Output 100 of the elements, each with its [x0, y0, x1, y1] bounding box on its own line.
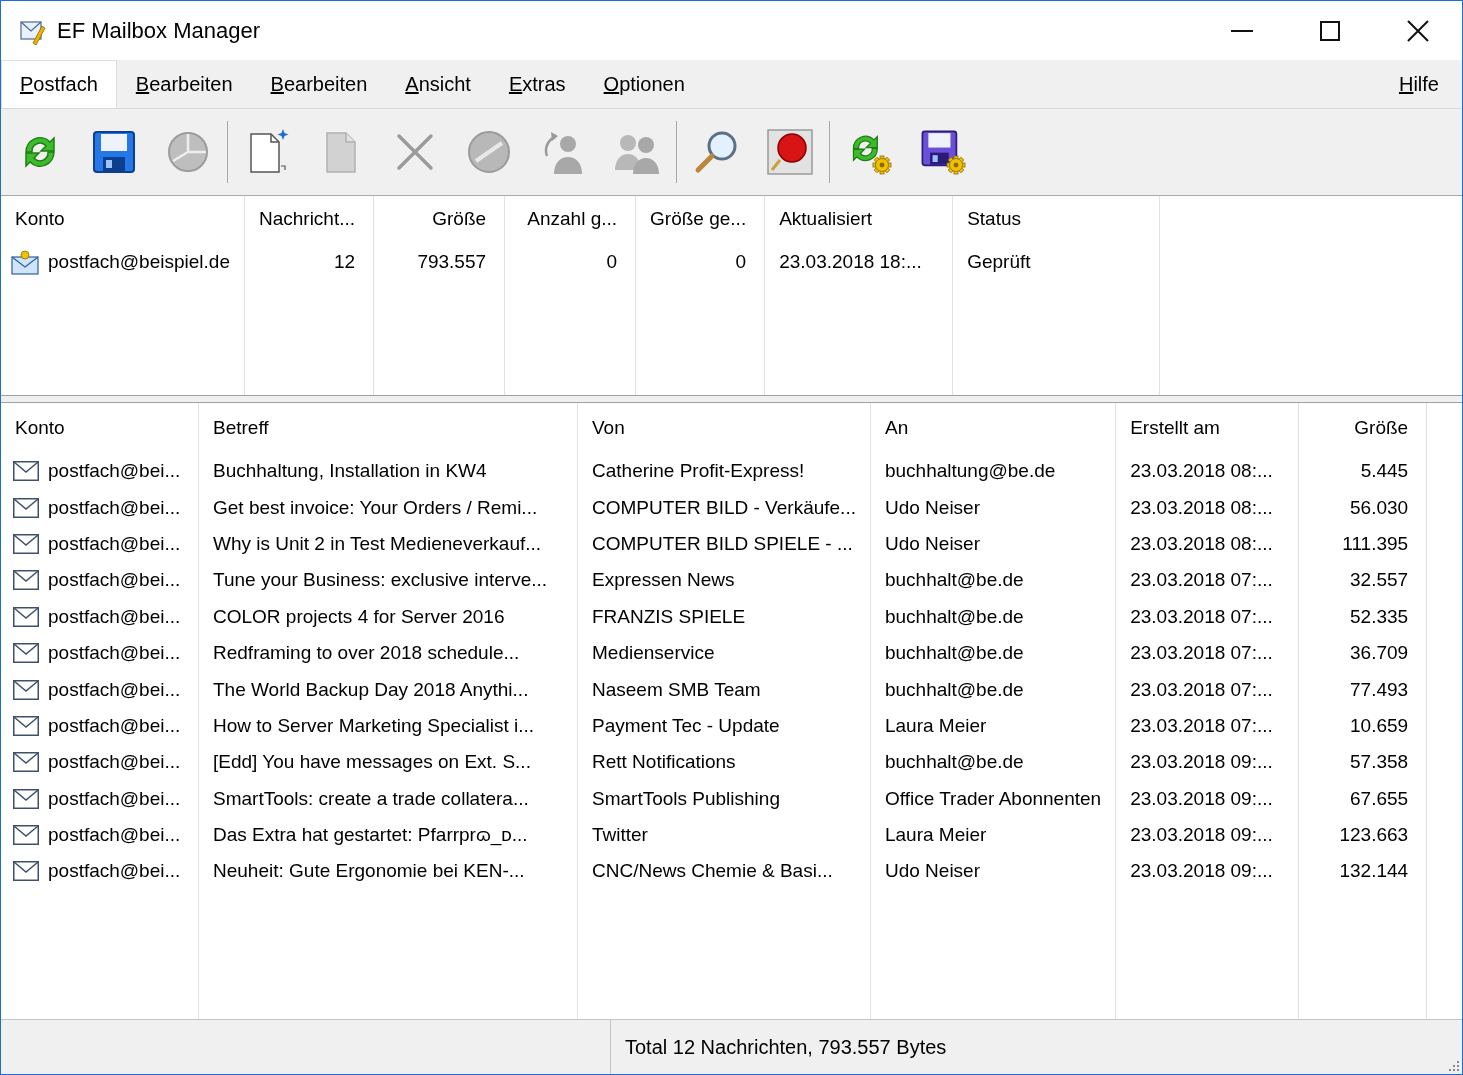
date-text: 23.03.2018 07:... [1130, 642, 1273, 665]
sender-text: Catherine Profit-Express! [592, 460, 805, 483]
subject-text: Tune your Business: exclusive interve... [213, 569, 548, 592]
date-text: 23.03.2018 07:... [1130, 678, 1273, 701]
size-text: 111.395 [1342, 532, 1409, 555]
column-header[interactable]: Von [592, 417, 625, 439]
sender-text: Twitter [592, 824, 648, 847]
date-text: 23.03.2018 07:... [1130, 605, 1273, 628]
envelope-icon [13, 715, 39, 736]
recipient-text: Udo Neiser [884, 496, 980, 519]
size-text: 57.358 [1350, 751, 1409, 774]
account-text: postfach@bei... [48, 605, 181, 628]
size-text: 36.709 [1350, 642, 1409, 665]
envelope-icon [13, 861, 39, 882]
subject-text: The World Backup Day 2018 Anythi... [213, 678, 529, 701]
subject-text: Buchhaltung, Installation in KW4 [213, 460, 487, 483]
column-header[interactable]: Anzahl g... [527, 208, 618, 230]
subject-text: Get best invoice: Your Orders / Remi... [213, 496, 538, 519]
sender-text: COMPUTER BILD - Verkäufe... [592, 496, 856, 519]
column-header[interactable]: Größe [1354, 417, 1409, 439]
recipient-text: buchhalt@be.de [884, 605, 1024, 628]
menu-item[interactable]: Ansicht [386, 60, 490, 108]
recipient-text: buchhalt@be.de [884, 678, 1024, 701]
envelope-icon [11, 249, 39, 275]
column-header[interactable]: Konto [15, 417, 65, 439]
recipient-text: buchhalt@be.de [884, 569, 1024, 592]
envelope-icon [13, 461, 39, 482]
recipient-text: Udo Neiser [884, 860, 980, 883]
column-header[interactable]: Aktualisiert [779, 208, 873, 230]
maximize-icon[interactable] [1320, 20, 1340, 41]
menu-item[interactable]: Hilfe [1375, 60, 1462, 108]
subject-text: COLOR projects 4 for Server 2016 [213, 605, 505, 628]
column-header[interactable]: Konto [15, 208, 65, 230]
size-text: 77.493 [1350, 678, 1409, 701]
envelope-icon [13, 788, 39, 809]
column-header[interactable]: Betreff [213, 417, 269, 439]
account-text: postfach@bei... [48, 860, 181, 883]
recipient-text: buchhalt@be.de [884, 642, 1024, 665]
column-header[interactable]: Größe ge... [650, 208, 747, 230]
date-text: 23.03.2018 07:... [1130, 569, 1273, 592]
recipient-text: Laura Meier [884, 824, 987, 847]
recipient-text: Laura Meier [884, 714, 987, 737]
envelope-icon [13, 606, 39, 627]
account-text: postfach@beispiel.de [48, 251, 230, 273]
size-text: 0 [735, 251, 747, 273]
account-text: postfach@bei... [48, 460, 181, 483]
minimize-icon[interactable] [1231, 29, 1253, 32]
sender-text: Naseem SMB Team [592, 678, 761, 701]
size-text: 52.335 [1350, 605, 1409, 628]
account-text: postfach@bei... [48, 824, 181, 847]
resize-grip-icon[interactable] [1448, 1060, 1460, 1072]
menu-item[interactable]: Extras [489, 60, 585, 108]
menu-item[interactable]: Bearbeiten [116, 60, 252, 108]
subject-text: Neuheit: Gute Ergonomie bei KEN-... [213, 860, 525, 883]
account-text: postfach@bei... [48, 678, 181, 701]
account-text: postfach@bei... [48, 532, 181, 555]
menu-item[interactable]: Bearbeiten [251, 60, 387, 108]
subject-text: Redframing to over 2018 schedule... [213, 642, 520, 665]
subject-text: [Edd] You have messages on Ext. S... [213, 751, 531, 774]
subject-text: Why is Unit 2 in Test Medieneverkauf... [213, 532, 542, 555]
subject-text: Das Extra hat gestartet: Pfarrprɷ_ᴅ... [213, 824, 528, 847]
date-text: 23.03.2018 09:... [1130, 787, 1273, 810]
column-header[interactable]: Status [967, 208, 1022, 230]
account-text: postfach@bei... [48, 751, 181, 774]
date-text: 23.03.2018 18:... [779, 251, 922, 273]
menu-item[interactable]: Postfach [1, 60, 117, 108]
subject-text: How to Server Marketing Specialist i... [213, 714, 534, 737]
column-header[interactable]: Größe [432, 208, 487, 230]
recipient-text: Udo Neiser [884, 532, 980, 555]
sender-text: Rett Notifications [592, 751, 736, 774]
column-header[interactable]: Nachricht... [258, 208, 356, 230]
size-text: 5.445 [1360, 460, 1409, 483]
size-text: 793.557 [417, 251, 487, 273]
size-text: 10.659 [1350, 714, 1409, 737]
account-text: postfach@bei... [48, 642, 181, 665]
message-count-text: 12 [333, 251, 356, 273]
column-header[interactable]: Erstellt am [1130, 417, 1220, 439]
date-text: 23.03.2018 08:... [1130, 532, 1273, 555]
account-text: postfach@bei... [48, 569, 181, 592]
sender-text: FRANZIS SPIELE [592, 605, 746, 628]
envelope-icon [13, 497, 39, 518]
close-icon[interactable] [1407, 19, 1429, 42]
status-text: Total 12 Nachrichten, 793.557 Bytes [625, 1035, 947, 1059]
menu-item[interactable]: Optionen [584, 60, 704, 108]
sender-text: SmartTools Publishing [592, 787, 780, 810]
account-text: postfach@bei... [48, 714, 181, 737]
envelope-icon [13, 752, 39, 773]
sender-text: Medienservice [592, 642, 715, 665]
envelope-icon [13, 679, 39, 700]
sender-text: CNC/News Chemie & Basi... [592, 860, 833, 883]
envelope-icon [13, 643, 39, 664]
envelope-icon [13, 570, 39, 591]
size-text: 32.557 [1350, 569, 1409, 592]
size-text: 56.030 [1350, 496, 1409, 519]
sender-text: Payment Tec - Update [592, 714, 780, 737]
date-text: 23.03.2018 08:... [1130, 460, 1273, 483]
subject-text: SmartTools: create a trade collatera... [213, 787, 529, 810]
column-header[interactable]: An [884, 417, 909, 439]
date-text: 23.03.2018 09:... [1130, 860, 1273, 883]
size-text: 67.655 [1350, 787, 1409, 810]
